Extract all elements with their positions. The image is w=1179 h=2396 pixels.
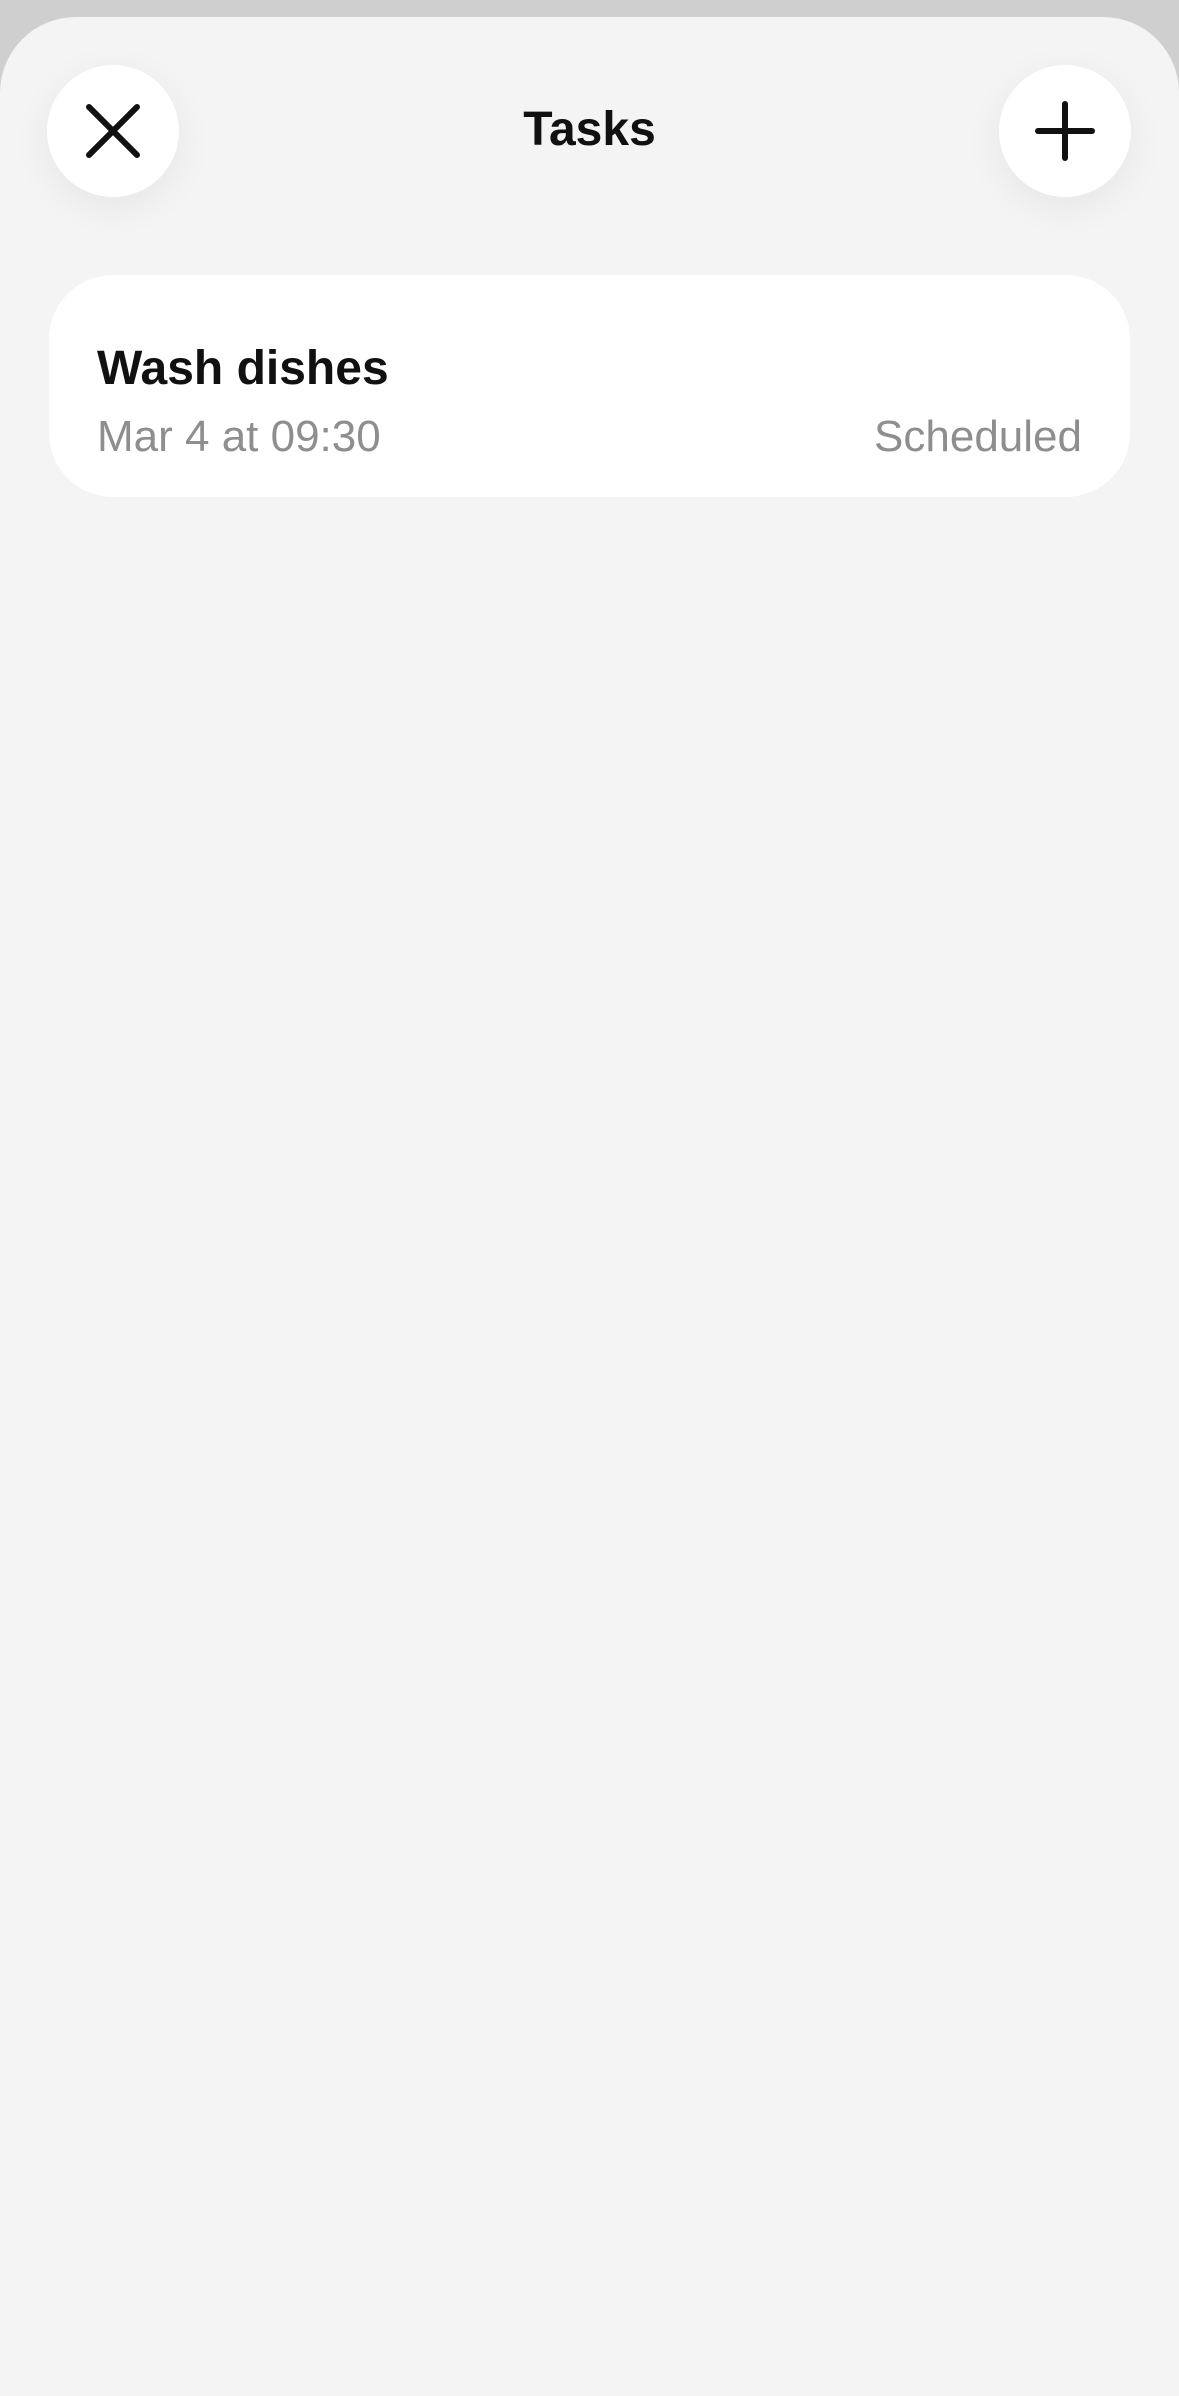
plus-icon (1035, 101, 1095, 161)
header: Tasks (0, 17, 1179, 247)
task-list: Wash dishes Mar 4 at 09:30 Scheduled (49, 275, 1130, 497)
task-title: Wash dishes (97, 342, 389, 395)
task-datetime: Mar 4 at 09:30 (97, 412, 381, 461)
task-status: Scheduled (874, 412, 1082, 461)
tasks-sheet: Tasks Wash dishes Mar 4 at 09:30 Schedul… (0, 17, 1179, 2396)
task-card[interactable]: Wash dishes Mar 4 at 09:30 Scheduled (49, 275, 1130, 497)
add-task-button[interactable] (999, 65, 1131, 197)
